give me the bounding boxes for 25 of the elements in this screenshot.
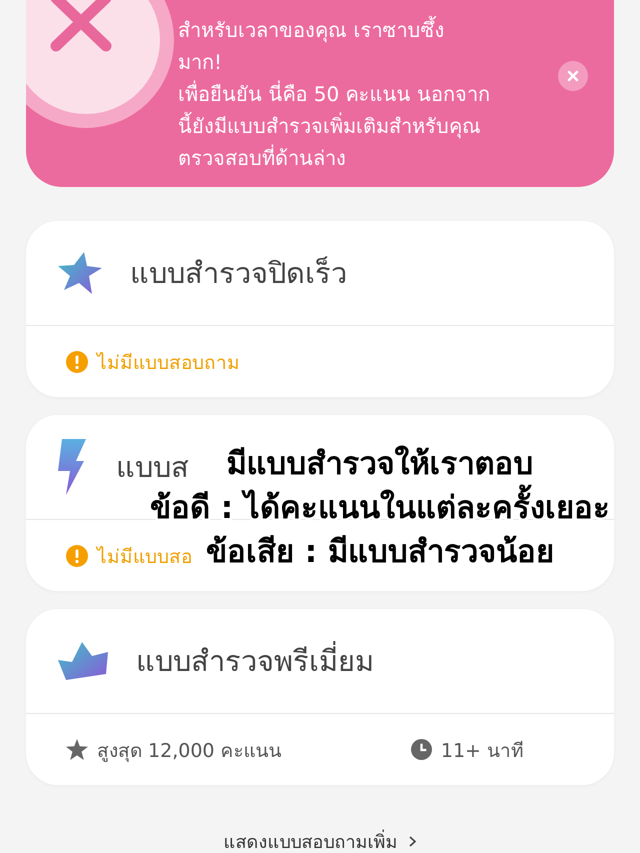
clock-icon bbox=[410, 739, 432, 760]
caption-text: มีแบบสำรวจให้เราตอบ bbox=[226, 444, 534, 484]
survey-title: แบบส bbox=[116, 449, 189, 486]
star-icon bbox=[58, 252, 102, 294]
lightning-icon bbox=[58, 439, 88, 495]
close-icon bbox=[567, 70, 579, 82]
notice-text: ไม่มีแบบสอ bbox=[97, 544, 192, 570]
max-points-text: สูงสุด 12,000 คะแนน bbox=[97, 738, 282, 764]
banner-text: สำหรับเวลาของคุณ เราซาบซึ้ง มาก! bbox=[178, 14, 490, 78]
banner-text: เพื่อยืนยัน นี่คือ 50 คะแนน นอกจาก นี้ยังมีแบบสำรวจเพิ่มเติมสำหรับคุณ ตรวจสอบที่ด้านล่าง bbox=[178, 80, 490, 172]
survey-title: แบบสำรวจพรีเมี่ยม bbox=[136, 638, 374, 684]
warning-icon bbox=[66, 350, 88, 372]
survey-title: แบบสำรวจปิดเร็ว bbox=[130, 255, 347, 292]
caption-text: ข้อดี : ได้คะแนนในแต่ละครั้งเยอะ bbox=[150, 486, 610, 530]
crown-icon bbox=[58, 642, 108, 680]
caption-text: ข้อเสีย : มีแบบสำรวจน้อย bbox=[206, 533, 554, 572]
survey-card[interactable]: แบบสำรวจปิดเร็ว ไม่มีแบบสอบถาม bbox=[26, 221, 614, 397]
close-button[interactable] bbox=[558, 61, 588, 91]
chevron-right-icon bbox=[408, 835, 416, 848]
survey-card[interactable]: แบบสำรวจพรีเมี่ยม สูงสุด 12,000 คะแนน 11+ นาที bbox=[26, 609, 614, 785]
star-icon bbox=[66, 739, 88, 760]
show-more-link[interactable]: แสดงแบบสอบถามเพิ่ม bbox=[224, 827, 416, 853]
warning-icon bbox=[66, 544, 88, 566]
notice-text: ไม่มีแบบสอบถาม bbox=[97, 350, 240, 376]
duration-text: 11+ นาที bbox=[440, 738, 524, 764]
